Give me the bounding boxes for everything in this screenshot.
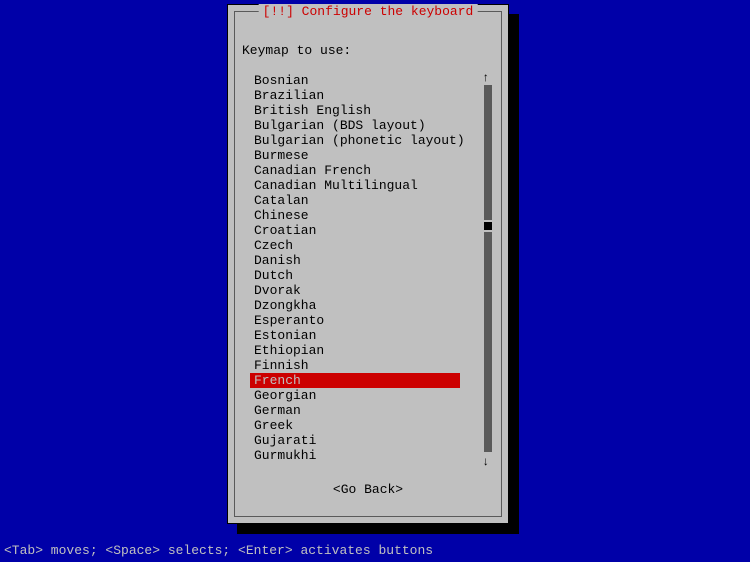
- list-item[interactable]: Dutch: [250, 268, 480, 283]
- scroll-track[interactable]: [484, 85, 492, 220]
- prompt-label: Keymap to use:: [242, 43, 351, 58]
- list-item[interactable]: Canadian Multilingual: [250, 178, 480, 193]
- go-back-button[interactable]: <Go Back>: [333, 482, 403, 497]
- list-item[interactable]: Croatian: [250, 223, 480, 238]
- scroll-track[interactable]: [484, 232, 492, 452]
- list-item[interactable]: Dzongkha: [250, 298, 480, 313]
- list-item[interactable]: Danish: [250, 253, 480, 268]
- list-item[interactable]: Gurmukhi: [250, 448, 480, 463]
- list-item[interactable]: Dvorak: [250, 283, 480, 298]
- list-item[interactable]: Catalan: [250, 193, 480, 208]
- list-item[interactable]: British English: [250, 103, 480, 118]
- list-item[interactable]: Brazilian: [250, 88, 480, 103]
- list-item[interactable]: Bulgarian (phonetic layout): [250, 133, 480, 148]
- list-item[interactable]: German: [250, 403, 480, 418]
- scroll-thumb[interactable]: [484, 222, 492, 230]
- dialog-title: [!!] Configure the keyboard: [259, 4, 478, 19]
- list-item[interactable]: Ethiopian: [250, 343, 480, 358]
- scrollbar[interactable]: ↑ ↓: [484, 75, 492, 465]
- scroll-down-icon[interactable]: ↓: [482, 455, 489, 469]
- list-item[interactable]: Finnish: [250, 358, 480, 373]
- scroll-up-icon[interactable]: ↑: [482, 71, 489, 85]
- list-item[interactable]: Gujarati: [250, 433, 480, 448]
- list-item[interactable]: French: [250, 373, 460, 388]
- list-item[interactable]: Bosnian: [250, 73, 480, 88]
- status-bar: <Tab> moves; <Space> selects; <Enter> ac…: [4, 543, 433, 558]
- list-item[interactable]: Bulgarian (BDS layout): [250, 118, 480, 133]
- dialog: [!!] Configure the keyboard Keymap to us…: [227, 4, 509, 524]
- list-item[interactable]: Canadian French: [250, 163, 480, 178]
- list-item[interactable]: Greek: [250, 418, 480, 433]
- list-item[interactable]: Burmese: [250, 148, 480, 163]
- list-item[interactable]: Chinese: [250, 208, 480, 223]
- list-item[interactable]: Estonian: [250, 328, 480, 343]
- list-item[interactable]: Esperanto: [250, 313, 480, 328]
- keymap-list[interactable]: BosnianBrazilianBritish EnglishBulgarian…: [250, 73, 480, 463]
- list-item[interactable]: Czech: [250, 238, 480, 253]
- list-item[interactable]: Georgian: [250, 388, 480, 403]
